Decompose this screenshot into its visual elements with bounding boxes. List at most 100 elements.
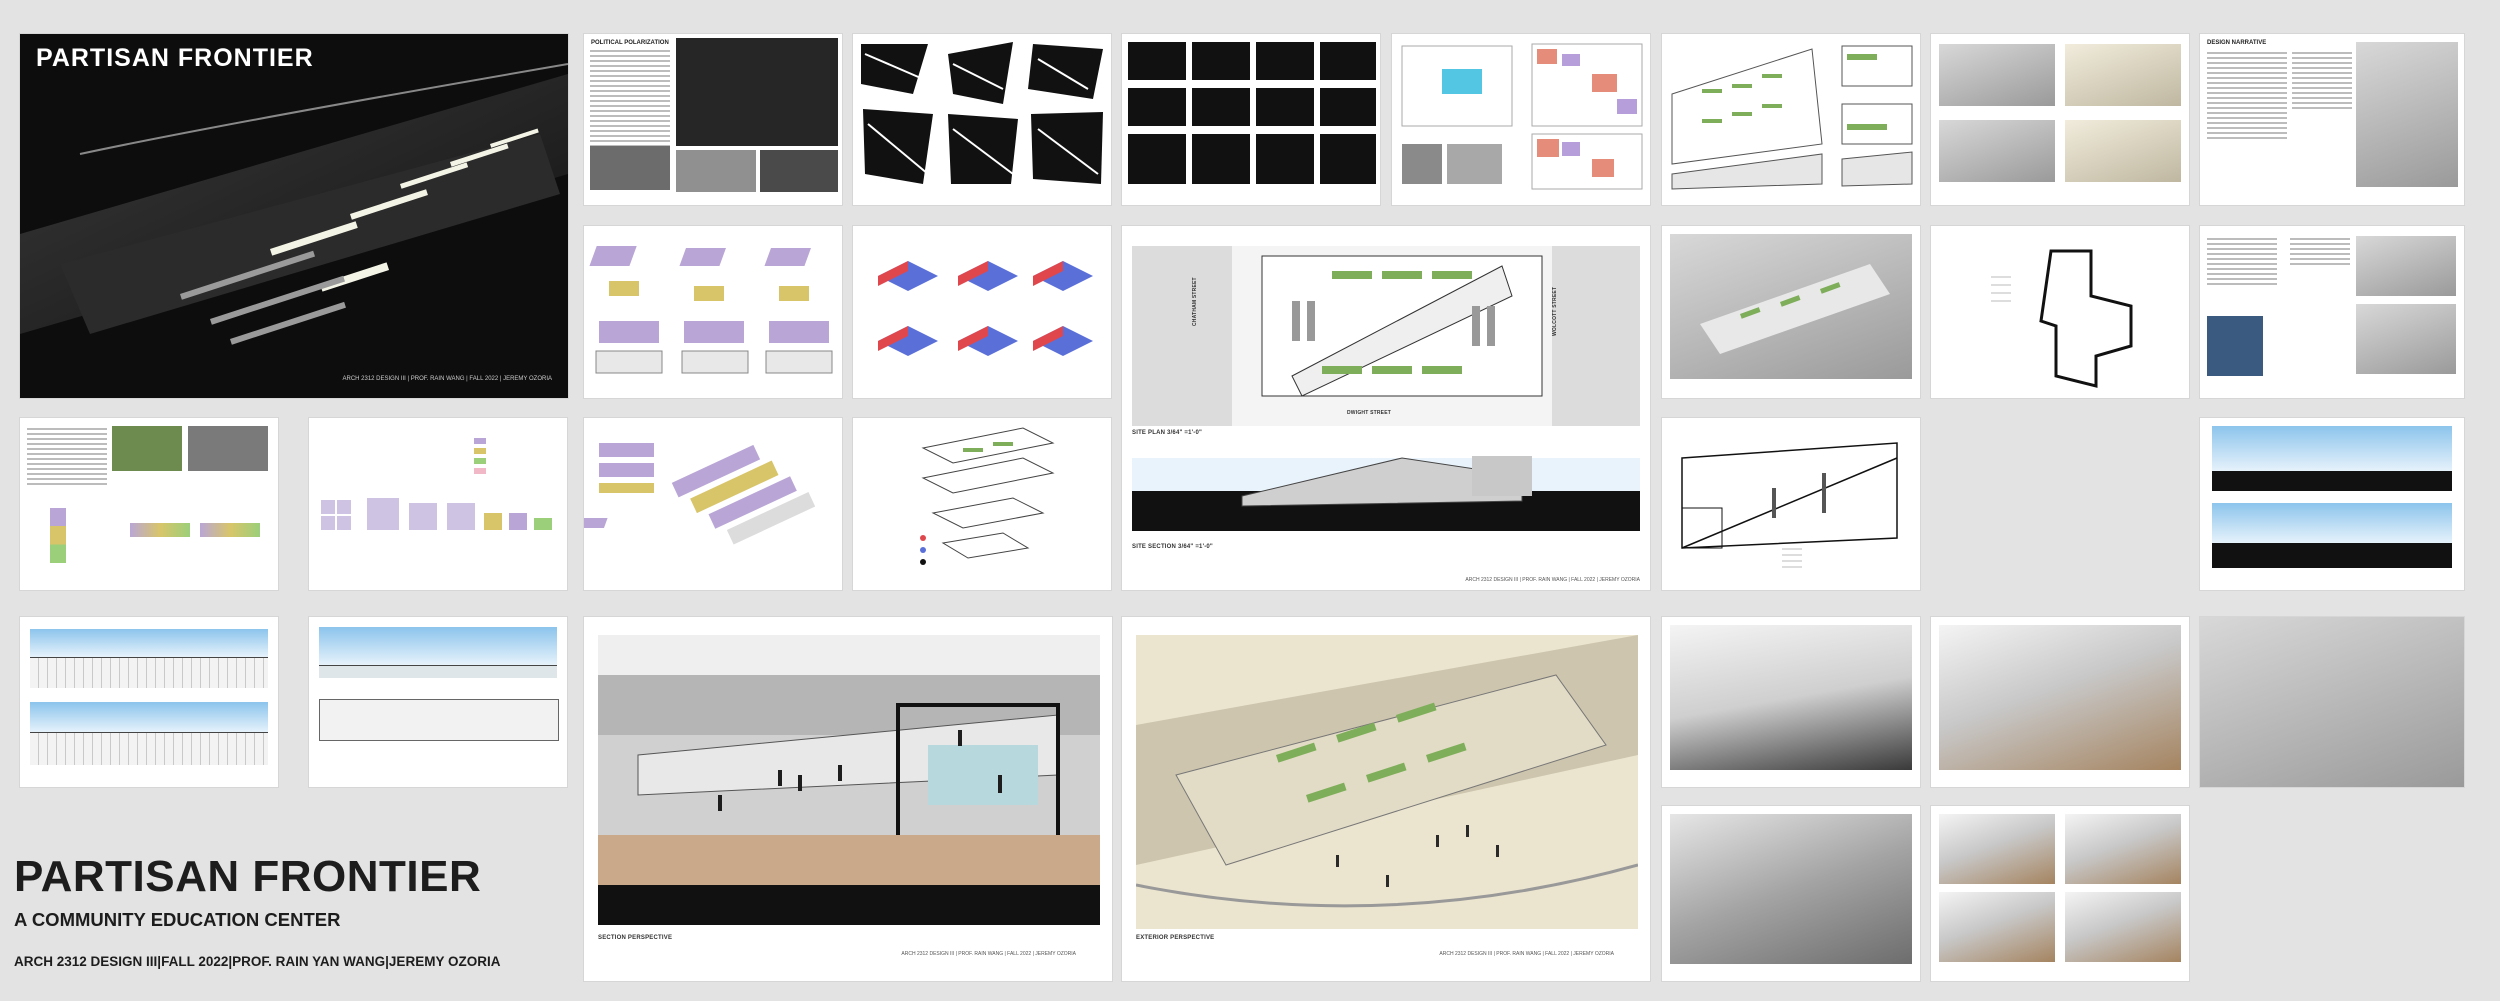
interior-render-5 [2065, 814, 2181, 884]
section-sky-1 [2212, 426, 2452, 471]
program-massing-diagrams [878, 261, 1093, 356]
model-photo-4 [1320, 42, 1376, 80]
aerial-render-5 [2200, 617, 2464, 787]
board-title: PARTISAN FRONTIER [14, 852, 482, 901]
narrative-render [2356, 42, 2458, 187]
cover-title: PARTISAN FRONTIER [36, 44, 314, 72]
green-program-sections [1671, 45, 1913, 190]
program-organization-diagrams [589, 246, 833, 374]
sheet-exploded-axon [853, 418, 1111, 590]
sheet-cross-sections [2200, 418, 2464, 590]
sheet-credit: ARCH 2312 DESIGN III | PROF. RAIN WANG |… [901, 951, 1076, 957]
sheet-program-massing [853, 226, 1111, 398]
precedent-photo-1 [112, 426, 182, 471]
building-section-drawing [1681, 442, 1898, 568]
cover-sheet: PARTISAN FRONTIER ARCH 2312 DESIGN III |… [20, 34, 568, 398]
interior-render-7 [2065, 892, 2181, 962]
aerial-green-terraces [1700, 264, 1890, 354]
sheet-building-section [1662, 418, 1920, 590]
program-strip-2 [200, 523, 260, 537]
elevation-drawing-3 [319, 665, 557, 678]
figure-ground-diagrams [861, 42, 1103, 184]
model-photo-6 [1192, 88, 1250, 126]
precedent-render-2 [2356, 304, 2456, 374]
sheet-site-analysis [1392, 34, 1650, 205]
elevation-sky-2 [30, 702, 268, 732]
sheet-heading: POLITICAL POLARIZATION [591, 40, 669, 46]
elevation-sky-3 [319, 627, 557, 665]
model-photo-1 [1128, 42, 1186, 80]
precedent-render-1 [2356, 236, 2456, 296]
analysis-text [27, 428, 107, 488]
street-label-chatham: CHATHAM STREET [1192, 277, 1198, 326]
sheet-exterior-perspective: EXTERIOR PERSPECTIVE ARCH 2312 DESIGN II… [1122, 617, 1650, 981]
section-perspective-render [598, 635, 1100, 925]
interior-render-6 [1939, 892, 2055, 962]
sheet-aerial-render-2 [2200, 617, 2464, 787]
sheet-program-sections [1662, 34, 1920, 205]
interior-render-atrium [1939, 625, 2181, 770]
sheet-form-models [1122, 34, 1380, 205]
sheet-aerial-render [1662, 226, 1920, 398]
cover-night-render [20, 34, 568, 398]
sheet-floor-plan [1931, 226, 2189, 398]
sheet-precedent-study [2200, 226, 2464, 398]
model-photo-3 [1256, 42, 1314, 80]
research-image-3 [760, 150, 838, 192]
model-photo-8 [1320, 88, 1376, 126]
section-ground-1 [2212, 471, 2452, 491]
aerial-render-3 [1939, 120, 2055, 182]
cover-credit: ARCH 2312 DESIGN III | PROF. RAIN WANG |… [342, 376, 552, 382]
model-photo-5 [1128, 88, 1186, 126]
research-collage-image [676, 38, 838, 146]
sheet-section-perspective: SECTION PERSPECTIVE ARCH 2312 DESIGN III… [584, 617, 1112, 981]
research-image-2 [676, 150, 756, 192]
narrative-text-2 [2292, 52, 2352, 112]
sheet-figure-ground-studies [853, 34, 1111, 205]
model-photo-7 [1256, 88, 1314, 126]
elevation-sky-1 [30, 629, 268, 657]
floor-plan-outline [1991, 249, 2133, 388]
sheet-precedent-analysis [20, 418, 278, 590]
site-plan-label: SITE PLAN 3/64" =1'-0" [1132, 430, 1203, 436]
program-strip-1 [130, 523, 190, 537]
site-plan-drawing [1132, 246, 1640, 531]
board-subtitle: A COMMUNITY EDUCATION CENTER [14, 909, 341, 930]
site-analysis-diagrams [1401, 43, 1643, 190]
section-sky-2 [2212, 503, 2452, 543]
aerial-render-2 [2065, 44, 2181, 106]
board-credit: ARCH 2312 DESIGN III|FALL 2022|PROF. RAI… [14, 954, 501, 969]
aerial-render-1 [1939, 44, 2055, 106]
program-color-bar [50, 508, 66, 563]
elevation-drawing-4 [319, 699, 559, 741]
text-column [590, 50, 670, 150]
model-photo-9 [1128, 134, 1186, 184]
narrative-text [2207, 52, 2287, 142]
sheet-design-narrative: DESIGN NARRATIVE [2200, 34, 2464, 205]
precedent-photo-2 [188, 426, 268, 471]
sheet-interior-renders-grid [1931, 806, 2189, 981]
model-photo-10 [1192, 134, 1250, 184]
model-photo-11 [1256, 134, 1314, 184]
interior-render-hall [1670, 814, 1912, 964]
exploded-axonometric [920, 427, 1055, 565]
sheet-interior-render-2 [1931, 617, 2189, 787]
elevation-drawing-1 [30, 657, 268, 688]
sheet-heading: DESIGN NARRATIVE [2207, 40, 2267, 46]
model-photo-12 [1320, 134, 1376, 184]
program-area-blocks [321, 438, 552, 530]
model-photo-2 [1192, 42, 1250, 80]
sheet-long-sections-1 [20, 617, 278, 787]
program-stacking-diagrams [584, 443, 816, 545]
section-perspective-label: SECTION PERSPECTIVE [598, 935, 673, 941]
sheet-program-stacking [584, 418, 842, 590]
interior-render-4 [1939, 814, 2055, 884]
elevation-drawing-2 [30, 732, 268, 765]
sheet-program-organization [584, 226, 842, 398]
exterior-perspective-render [1136, 635, 1638, 929]
street-label-wolcott: WOLCOTT STREET [1552, 286, 1558, 336]
sheet-interior-render-3 [1662, 806, 1920, 981]
sheet-credit: ARCH 2312 DESIGN III | PROF. RAIN WANG |… [1465, 577, 1640, 583]
sheet-political-polarization: POLITICAL POLARIZATION [584, 34, 842, 205]
street-label-dwight: DWIGHT STREET [1347, 410, 1391, 416]
